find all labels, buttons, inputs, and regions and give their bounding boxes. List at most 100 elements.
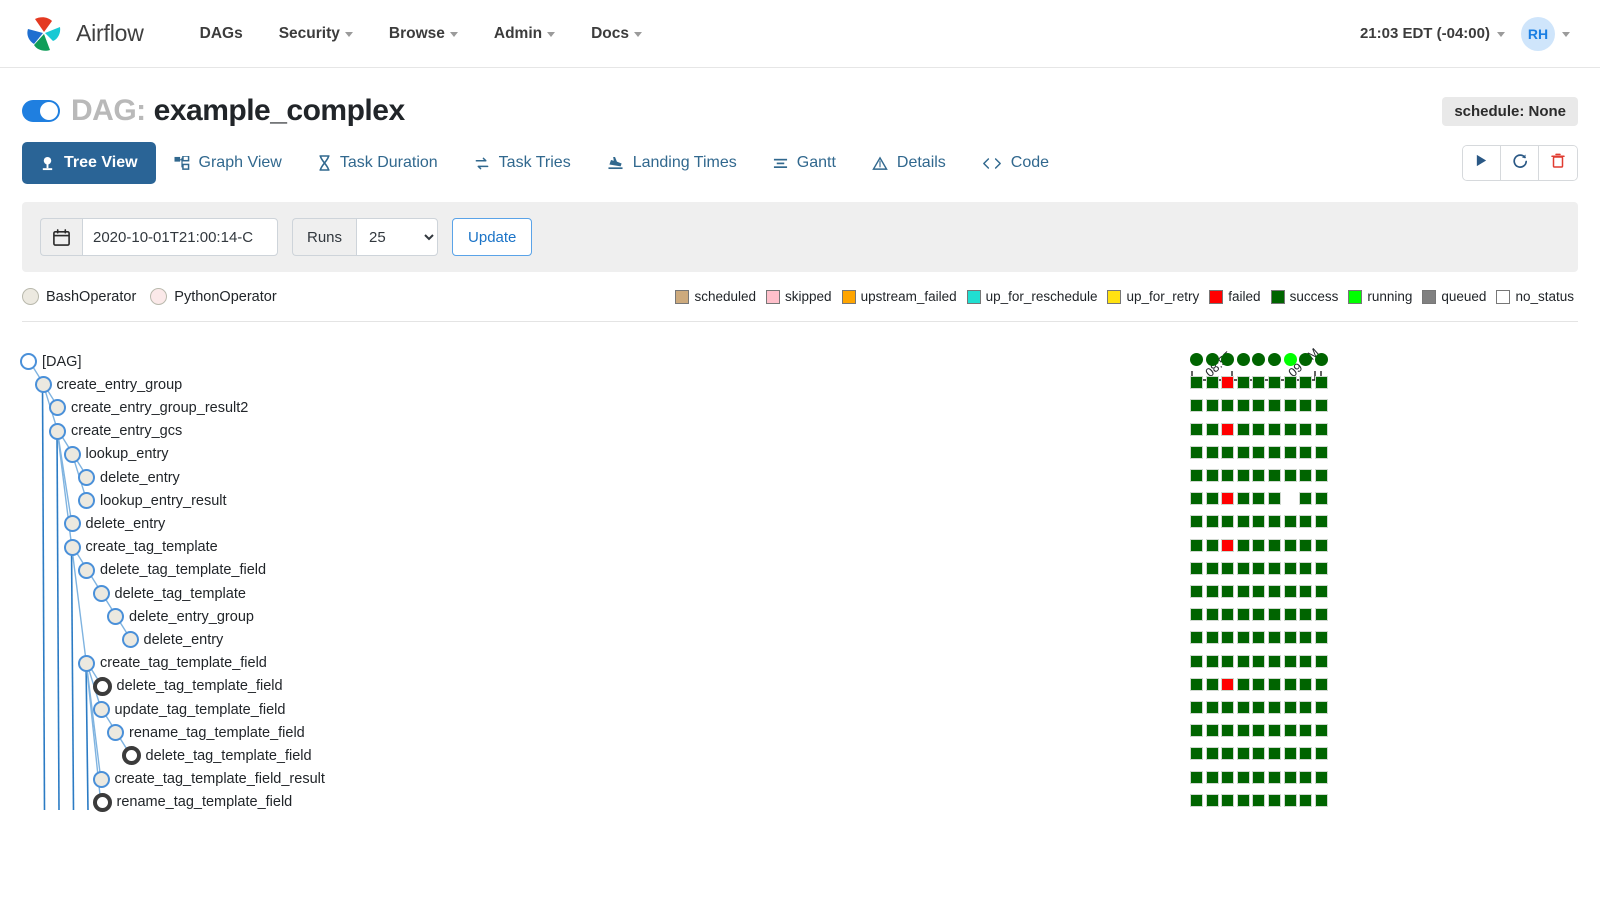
nav-item-browse[interactable]: Browse	[371, 17, 476, 51]
tab-code[interactable]: Code	[964, 142, 1067, 184]
task-instance-square[interactable]	[1299, 539, 1312, 552]
task-instance-square[interactable]	[1190, 794, 1203, 807]
task-instance-square[interactable]	[1206, 724, 1219, 737]
task-instance-square[interactable]	[1221, 747, 1234, 760]
task-instance-square[interactable]	[1252, 771, 1265, 784]
task-instance-square[interactable]	[1237, 376, 1250, 389]
tree-node[interactable]: create_entry_gcs	[49, 420, 182, 443]
task-instance-square[interactable]	[1190, 376, 1203, 389]
tab-task-tries[interactable]: Task Tries	[456, 142, 589, 184]
task-instance-square[interactable]	[1206, 794, 1219, 807]
task-instance-square[interactable]	[1268, 608, 1281, 621]
task-instance-square[interactable]	[1284, 539, 1297, 552]
task-instance-square[interactable]	[1252, 539, 1265, 552]
tree-node[interactable]: create_tag_template_field	[78, 652, 267, 675]
task-instance-square[interactable]	[1268, 585, 1281, 598]
task-instance-square[interactable]	[1252, 747, 1265, 760]
user-menu[interactable]: RH	[1521, 17, 1570, 51]
task-instance-square[interactable]	[1284, 562, 1297, 575]
task-instance-square[interactable]	[1190, 423, 1203, 436]
task-instance-square[interactable]	[1237, 539, 1250, 552]
tab-graph-view[interactable]: Graph View	[156, 142, 300, 184]
task-instance-square[interactable]	[1206, 747, 1219, 760]
refresh-button[interactable]	[1501, 146, 1539, 180]
task-instance-square[interactable]	[1206, 771, 1219, 784]
trigger-dag-button[interactable]	[1463, 146, 1501, 180]
task-instance-square[interactable]	[1315, 771, 1328, 784]
task-instance-square[interactable]	[1190, 771, 1203, 784]
brand-logo[interactable]: Airflow	[22, 12, 144, 56]
task-instance-square[interactable]	[1237, 585, 1250, 598]
dag-run-circle[interactable]	[1221, 353, 1234, 366]
tab-tree-view[interactable]: Tree View	[22, 142, 156, 184]
dag-run-circle[interactable]	[1315, 353, 1328, 366]
task-instance-square[interactable]	[1221, 492, 1234, 505]
tree-node[interactable]: rename_tag_template_field	[93, 791, 293, 814]
task-instance-square[interactable]	[1315, 585, 1328, 598]
task-instance-square[interactable]	[1206, 701, 1219, 714]
task-instance-square[interactable]	[1299, 794, 1312, 807]
task-instance-square[interactable]	[1237, 631, 1250, 644]
timezone-selector[interactable]: 21:03 EDT (-04:00)	[1360, 25, 1505, 42]
task-instance-square[interactable]	[1268, 399, 1281, 412]
nav-item-security[interactable]: Security	[261, 17, 371, 51]
task-instance-square[interactable]	[1221, 794, 1234, 807]
task-instance-square[interactable]	[1299, 771, 1312, 784]
task-instance-square[interactable]	[1315, 492, 1328, 505]
tree-node[interactable]: rename_tag_template_field	[107, 721, 305, 744]
task-instance-square[interactable]	[1299, 724, 1312, 737]
task-instance-square[interactable]	[1237, 747, 1250, 760]
tree-node-dag-root[interactable]: [DAG]	[20, 350, 81, 373]
nav-item-dags[interactable]: DAGs	[182, 17, 261, 51]
task-instance-square[interactable]	[1299, 423, 1312, 436]
task-instance-square[interactable]	[1315, 423, 1328, 436]
task-instance-square[interactable]	[1252, 376, 1265, 389]
base-date-input[interactable]	[82, 218, 278, 256]
num-runs-select[interactable]: 25	[356, 218, 438, 256]
task-instance-square[interactable]	[1268, 562, 1281, 575]
nav-item-admin[interactable]: Admin	[476, 17, 573, 51]
task-instance-square[interactable]	[1268, 539, 1281, 552]
task-instance-square[interactable]	[1252, 678, 1265, 691]
task-instance-square[interactable]	[1315, 655, 1328, 668]
task-instance-square[interactable]	[1252, 399, 1265, 412]
task-instance-square[interactable]	[1206, 399, 1219, 412]
tree-node[interactable]: delete_entry	[122, 628, 224, 651]
task-instance-square[interactable]	[1284, 631, 1297, 644]
task-instance-square[interactable]	[1237, 678, 1250, 691]
task-instance-square[interactable]	[1237, 608, 1250, 621]
task-instance-square[interactable]	[1237, 724, 1250, 737]
task-instance-square[interactable]	[1190, 492, 1203, 505]
task-instance-square[interactable]	[1268, 376, 1281, 389]
task-instance-square[interactable]	[1284, 678, 1297, 691]
dag-run-circle[interactable]	[1284, 353, 1297, 366]
task-instance-square[interactable]	[1299, 678, 1312, 691]
task-instance-square[interactable]	[1299, 515, 1312, 528]
task-instance-square[interactable]	[1206, 515, 1219, 528]
task-instance-square[interactable]	[1190, 724, 1203, 737]
task-instance-square[interactable]	[1284, 724, 1297, 737]
task-instance-square[interactable]	[1206, 631, 1219, 644]
task-instance-square[interactable]	[1268, 701, 1281, 714]
dag-run-circle[interactable]	[1252, 353, 1265, 366]
task-instance-square[interactable]	[1315, 747, 1328, 760]
task-instance-square[interactable]	[1221, 631, 1234, 644]
task-instance-square[interactable]	[1299, 701, 1312, 714]
task-instance-square[interactable]	[1268, 446, 1281, 459]
dag-run-circle[interactable]	[1299, 353, 1312, 366]
task-instance-square[interactable]	[1284, 608, 1297, 621]
task-instance-square[interactable]	[1299, 446, 1312, 459]
dag-run-circle[interactable]	[1237, 353, 1250, 366]
task-instance-square[interactable]	[1268, 655, 1281, 668]
task-instance-square[interactable]	[1299, 631, 1312, 644]
task-instance-square[interactable]	[1206, 469, 1219, 482]
task-instance-square[interactable]	[1237, 515, 1250, 528]
task-instance-square[interactable]	[1268, 469, 1281, 482]
tree-node[interactable]: create_tag_template_field_result	[93, 768, 325, 791]
calendar-icon[interactable]	[40, 218, 82, 256]
task-instance-square[interactable]	[1315, 376, 1328, 389]
task-instance-square[interactable]	[1190, 655, 1203, 668]
task-instance-square[interactable]	[1221, 608, 1234, 621]
tree-node[interactable]: create_tag_template	[64, 536, 218, 559]
task-instance-square[interactable]	[1299, 608, 1312, 621]
